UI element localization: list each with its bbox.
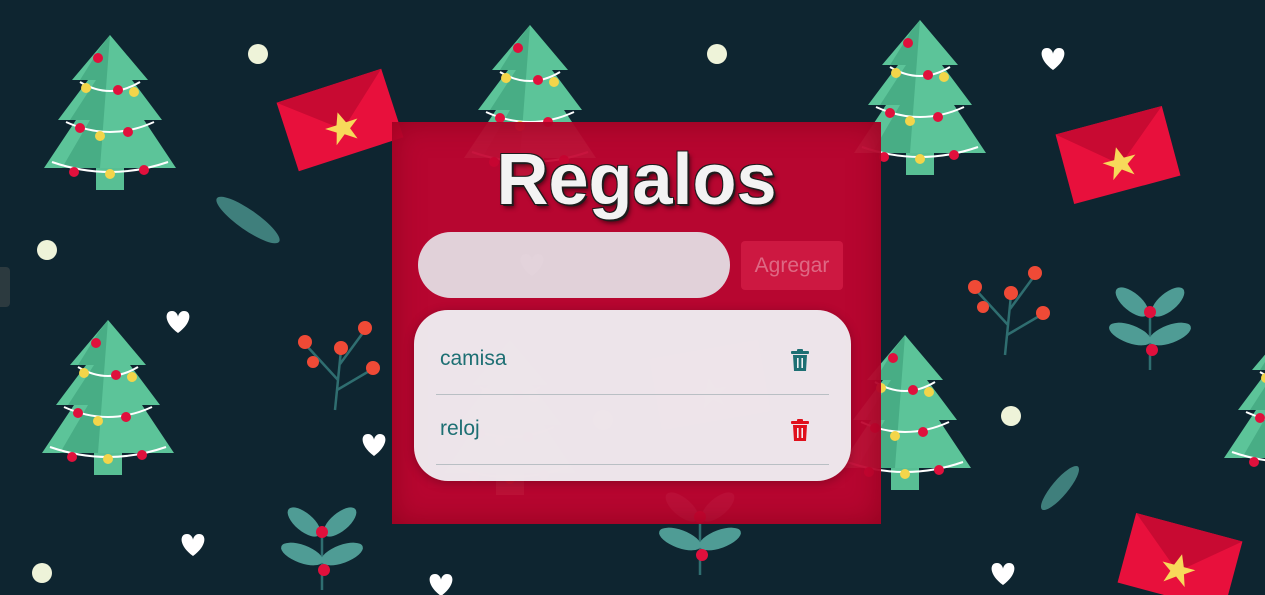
side-scroll-tab[interactable] bbox=[0, 267, 10, 307]
trash-icon[interactable] bbox=[791, 419, 809, 441]
gift-name: reloj bbox=[440, 417, 480, 440]
list-item: reloj bbox=[436, 395, 829, 465]
add-button[interactable]: Agregar bbox=[741, 241, 843, 290]
gift-input[interactable] bbox=[418, 232, 730, 298]
page-title: Regalos bbox=[496, 140, 777, 220]
list-item: camisa bbox=[436, 325, 829, 395]
trash-icon[interactable] bbox=[791, 349, 809, 371]
gift-card: Regalos Agregar camisa reloj bbox=[392, 122, 881, 524]
gift-name: camisa bbox=[440, 347, 507, 370]
gift-list: camisa reloj bbox=[414, 310, 851, 481]
